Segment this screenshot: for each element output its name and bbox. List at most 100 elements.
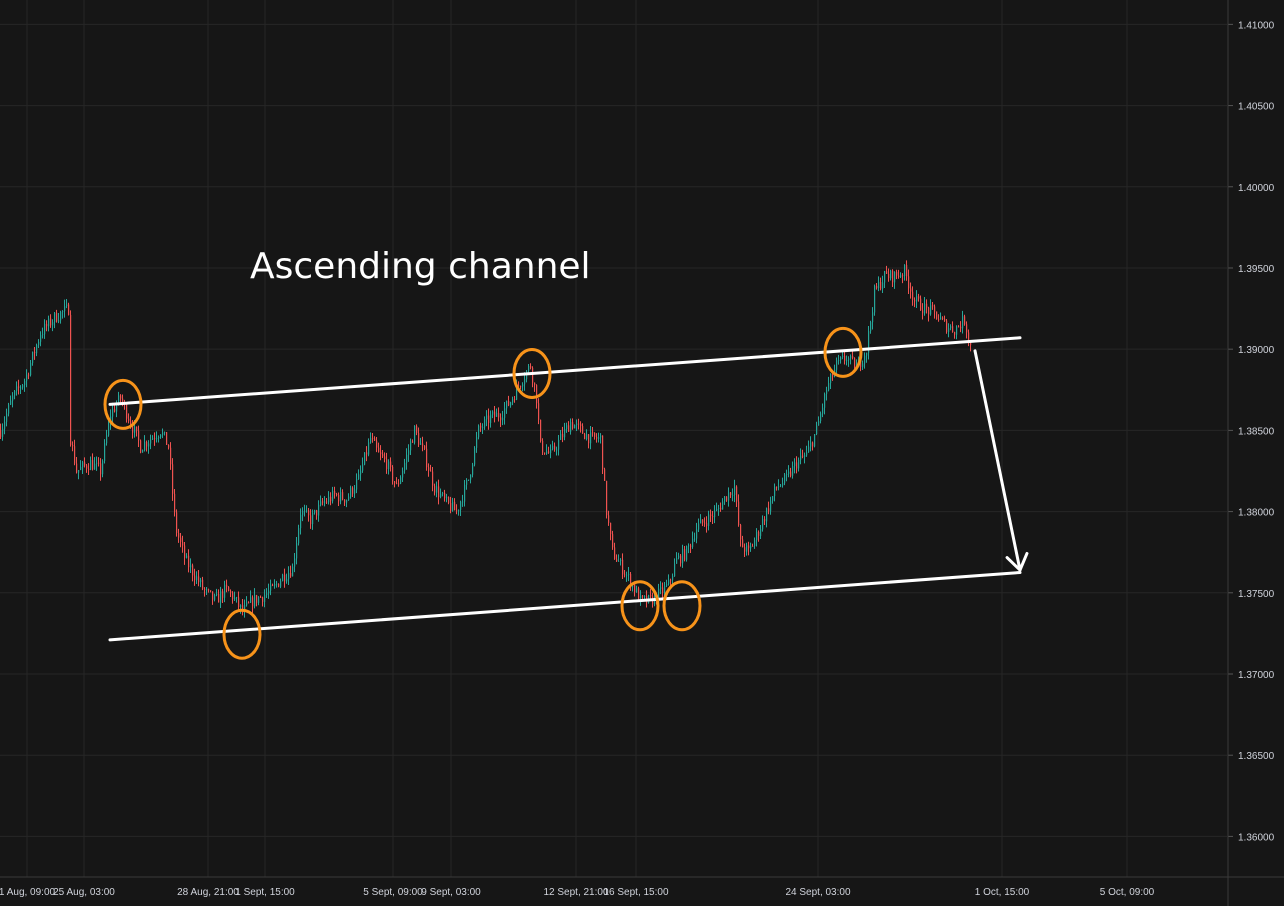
candle-body bbox=[214, 594, 216, 600]
candle-body bbox=[410, 441, 412, 451]
candle-body bbox=[722, 501, 724, 510]
candle-body bbox=[36, 344, 38, 354]
candle-body bbox=[360, 470, 362, 475]
candle-body bbox=[794, 462, 796, 467]
candle-body bbox=[944, 318, 946, 321]
candle-body bbox=[738, 501, 740, 525]
candle-body bbox=[310, 515, 312, 525]
candle-body bbox=[820, 413, 822, 422]
candle-body bbox=[62, 311, 64, 312]
candle-body bbox=[828, 383, 830, 391]
candle-body bbox=[926, 303, 928, 308]
candle-body bbox=[14, 390, 16, 396]
candle-body bbox=[432, 471, 434, 486]
candle-body bbox=[10, 400, 12, 405]
candle-body bbox=[370, 438, 372, 443]
candle-body bbox=[166, 432, 168, 445]
candle-body bbox=[496, 412, 498, 417]
candle-body bbox=[572, 422, 574, 429]
candle-body bbox=[308, 510, 310, 516]
candle-body bbox=[470, 474, 472, 480]
x-tick-label: 1 Oct, 15:00 bbox=[975, 887, 1030, 898]
candle-body bbox=[106, 435, 108, 444]
candle-body bbox=[494, 411, 496, 417]
candle-body bbox=[514, 398, 516, 400]
candle-body bbox=[64, 306, 66, 312]
candle-body bbox=[374, 438, 376, 441]
candle-body bbox=[94, 463, 96, 470]
candle-body bbox=[278, 583, 280, 587]
candle-body bbox=[352, 487, 354, 494]
candle-body bbox=[112, 409, 114, 417]
candle-body bbox=[26, 374, 28, 381]
candle-body bbox=[404, 462, 406, 471]
candle-body bbox=[670, 579, 672, 581]
candle-body bbox=[40, 335, 42, 342]
candle-body bbox=[172, 464, 174, 494]
candle-body bbox=[222, 591, 224, 598]
candle-body bbox=[426, 448, 428, 468]
candle-body bbox=[162, 432, 164, 435]
candle-body bbox=[788, 471, 790, 475]
candle-body bbox=[666, 584, 668, 586]
y-tick-label: 1.38000 bbox=[1238, 508, 1275, 519]
candle-body bbox=[276, 583, 278, 585]
candle-body bbox=[530, 366, 532, 368]
candle-body bbox=[30, 363, 32, 376]
y-tick-label: 1.39500 bbox=[1238, 264, 1275, 275]
candle-body bbox=[328, 496, 330, 503]
candle-body bbox=[268, 590, 270, 594]
candle-body bbox=[58, 320, 60, 322]
x-tick-label: 1 Aug, 09:00 bbox=[0, 887, 56, 898]
candle-body bbox=[48, 318, 50, 327]
x-tick-label: 5 Oct, 09:00 bbox=[1100, 887, 1155, 898]
candle-body bbox=[484, 419, 486, 428]
candle-body bbox=[806, 452, 808, 456]
candle-body bbox=[704, 522, 706, 524]
candle-body bbox=[510, 402, 512, 406]
candle-body bbox=[294, 558, 296, 567]
candle-body bbox=[550, 449, 552, 453]
candle-body bbox=[296, 543, 298, 559]
candle-body bbox=[836, 360, 838, 370]
candle-body bbox=[440, 493, 442, 498]
candle-body bbox=[546, 451, 548, 454]
candle-body bbox=[210, 590, 212, 592]
candle-body bbox=[240, 605, 242, 607]
candle-body bbox=[754, 540, 756, 547]
y-tick-label: 1.36500 bbox=[1238, 751, 1275, 762]
candle-body bbox=[70, 314, 72, 445]
candle-body bbox=[400, 477, 402, 484]
candle-body bbox=[948, 328, 950, 332]
candle-body bbox=[382, 454, 384, 457]
candle-body bbox=[306, 510, 308, 512]
candle-body bbox=[398, 483, 400, 485]
candle-body bbox=[444, 492, 446, 499]
candle-body bbox=[424, 445, 426, 449]
candle-body bbox=[716, 508, 718, 511]
candle-body bbox=[254, 595, 256, 607]
candle-body bbox=[18, 386, 20, 388]
candle-body bbox=[108, 422, 110, 436]
candle-body bbox=[182, 541, 184, 546]
candle-body bbox=[34, 351, 36, 354]
candle-body bbox=[558, 439, 560, 450]
candle-body bbox=[902, 275, 904, 277]
candle-body bbox=[468, 479, 470, 481]
candle-body bbox=[560, 433, 562, 440]
candle-body bbox=[894, 271, 896, 283]
candle-body bbox=[956, 326, 958, 335]
candle-body bbox=[200, 579, 202, 583]
candle-body bbox=[552, 445, 554, 450]
candle-body bbox=[506, 400, 508, 409]
candle-body bbox=[684, 549, 686, 560]
candle-body bbox=[372, 438, 374, 439]
price-chart[interactable]: 1.41000 1.40500 1.40000 1.39500 1.39000 1.385… bbox=[0, 0, 1284, 906]
candle-body bbox=[2, 428, 4, 437]
candle-body bbox=[100, 463, 102, 475]
candle-body bbox=[196, 576, 198, 581]
candle-body bbox=[672, 576, 674, 581]
candle-body bbox=[574, 425, 576, 429]
candle-body bbox=[780, 485, 782, 487]
candle-body bbox=[428, 467, 430, 471]
